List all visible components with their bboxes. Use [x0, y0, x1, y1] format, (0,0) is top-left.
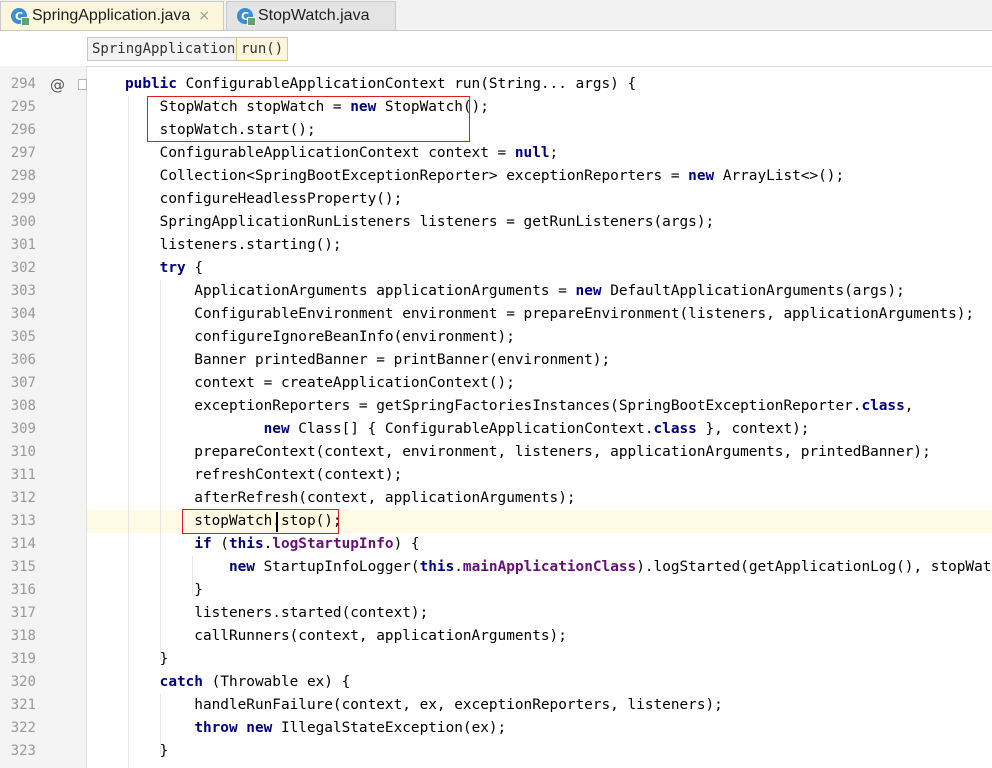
code-line[interactable]: prepareContext(context, environment, lis… — [125, 441, 930, 464]
code-line[interactable]: ApplicationArguments applicationArgument… — [125, 280, 904, 303]
text-caret — [276, 512, 278, 532]
line-number: 316 — [10, 582, 36, 598]
code-line[interactable]: context = createApplicationContext(); — [125, 372, 515, 395]
java-class-icon: C — [11, 8, 30, 26]
line-number: 303 — [10, 283, 36, 299]
code-line[interactable]: } — [125, 740, 169, 763]
line-number: 321 — [10, 697, 36, 713]
tab-stopwatch-java[interactable]: C StopWatch.java — [226, 1, 396, 30]
code-line[interactable]: Collection<SpringBootExceptionReporter> … — [125, 165, 844, 188]
code-line[interactable]: SpringApplicationRunListeners listeners … — [125, 211, 715, 234]
java-class-icon: C — [237, 8, 256, 26]
code-line[interactable]: ConfigurableEnvironment environment = pr… — [125, 303, 974, 326]
code-line[interactable]: handleRunFailure(context, ex, exceptionR… — [125, 694, 723, 717]
line-number: 305 — [10, 329, 36, 345]
code-line[interactable]: new Class[] { ConfigurableApplicationCon… — [125, 418, 810, 441]
code-line[interactable]: configureHeadlessProperty(); — [125, 188, 403, 211]
line-number: 298 — [10, 168, 36, 184]
line-number: 301 — [10, 237, 36, 253]
code-line[interactable]: ConfigurableApplicationContext context =… — [125, 142, 559, 165]
code-line[interactable]: if (this.logStartupInfo) { — [125, 533, 419, 556]
code-line[interactable]: afterRefresh(context, applicationArgumen… — [125, 487, 575, 510]
breadcrumb-item-class[interactable]: SpringApplication — [87, 37, 241, 61]
line-number: 310 — [10, 444, 36, 460]
code-line[interactable]: exceptionReporters = getSpringFactoriesI… — [125, 395, 913, 418]
line-number: 309 — [10, 421, 36, 437]
highlight-box-stopwatch-start — [147, 96, 470, 142]
line-number: 322 — [10, 720, 36, 736]
line-number: 311 — [10, 467, 36, 483]
tab-label: SpringApplication.java — [32, 7, 191, 24]
line-number: 317 — [10, 605, 36, 621]
tab-label: StopWatch.java — [258, 7, 370, 24]
line-number: 318 — [10, 628, 36, 644]
code-line[interactable]: listeners.starting(); — [125, 234, 342, 257]
line-number: 320 — [10, 674, 36, 690]
code-line[interactable]: refreshContext(context); — [125, 464, 402, 487]
code-line[interactable]: public ConfigurableApplicationContext ru… — [125, 73, 636, 96]
override-marker-icon[interactable]: @ — [50, 76, 65, 94]
code-line[interactable]: } — [125, 579, 203, 602]
code-line[interactable]: configureIgnoreBeanInfo(environment); — [125, 326, 515, 349]
line-number: 308 — [10, 398, 36, 414]
close-icon[interactable]: × — [198, 8, 210, 24]
line-number: 299 — [10, 191, 36, 207]
tab-springapplication-java[interactable]: C SpringApplication.java × — [0, 1, 224, 30]
line-number: 304 — [10, 306, 36, 322]
line-number: 323 — [10, 743, 36, 759]
code-line[interactable]: callRunners(context, applicationArgument… — [125, 625, 567, 648]
line-number: 319 — [10, 651, 36, 667]
line-number: 306 — [10, 352, 36, 368]
breadcrumb-item-method[interactable]: run() — [236, 37, 289, 61]
line-number: 313 — [10, 513, 36, 529]
line-number: 297 — [10, 145, 36, 161]
line-number: 312 — [10, 490, 36, 506]
code-line[interactable]: throw new IllegalStateException(ex); — [125, 717, 506, 740]
code-line[interactable]: catch (Throwable ex) { — [125, 671, 351, 694]
editor-tab-bar: C SpringApplication.java × C StopWatch.j… — [0, 0, 992, 31]
code-line[interactable]: new StartupInfoLogger(this.mainApplicati… — [125, 556, 992, 579]
line-number: 296 — [10, 122, 36, 138]
line-number: 314 — [10, 536, 36, 552]
line-number: 294 — [10, 76, 36, 92]
breadcrumb: SpringApplication run() — [0, 31, 992, 67]
line-number: 315 — [10, 559, 36, 575]
line-number: 302 — [10, 260, 36, 276]
code-line[interactable]: try { — [125, 257, 203, 280]
highlight-box-stopwatch-stop — [182, 509, 339, 534]
code-line[interactable]: } — [125, 648, 169, 671]
line-number: 295 — [10, 99, 36, 115]
line-number: 307 — [10, 375, 36, 391]
line-number: 300 — [10, 214, 36, 230]
fold-marker-icon[interactable] — [78, 79, 87, 90]
code-line[interactable]: listeners.started(context); — [125, 602, 428, 625]
code-line[interactable]: Banner printedBanner = printBanner(envir… — [125, 349, 610, 372]
